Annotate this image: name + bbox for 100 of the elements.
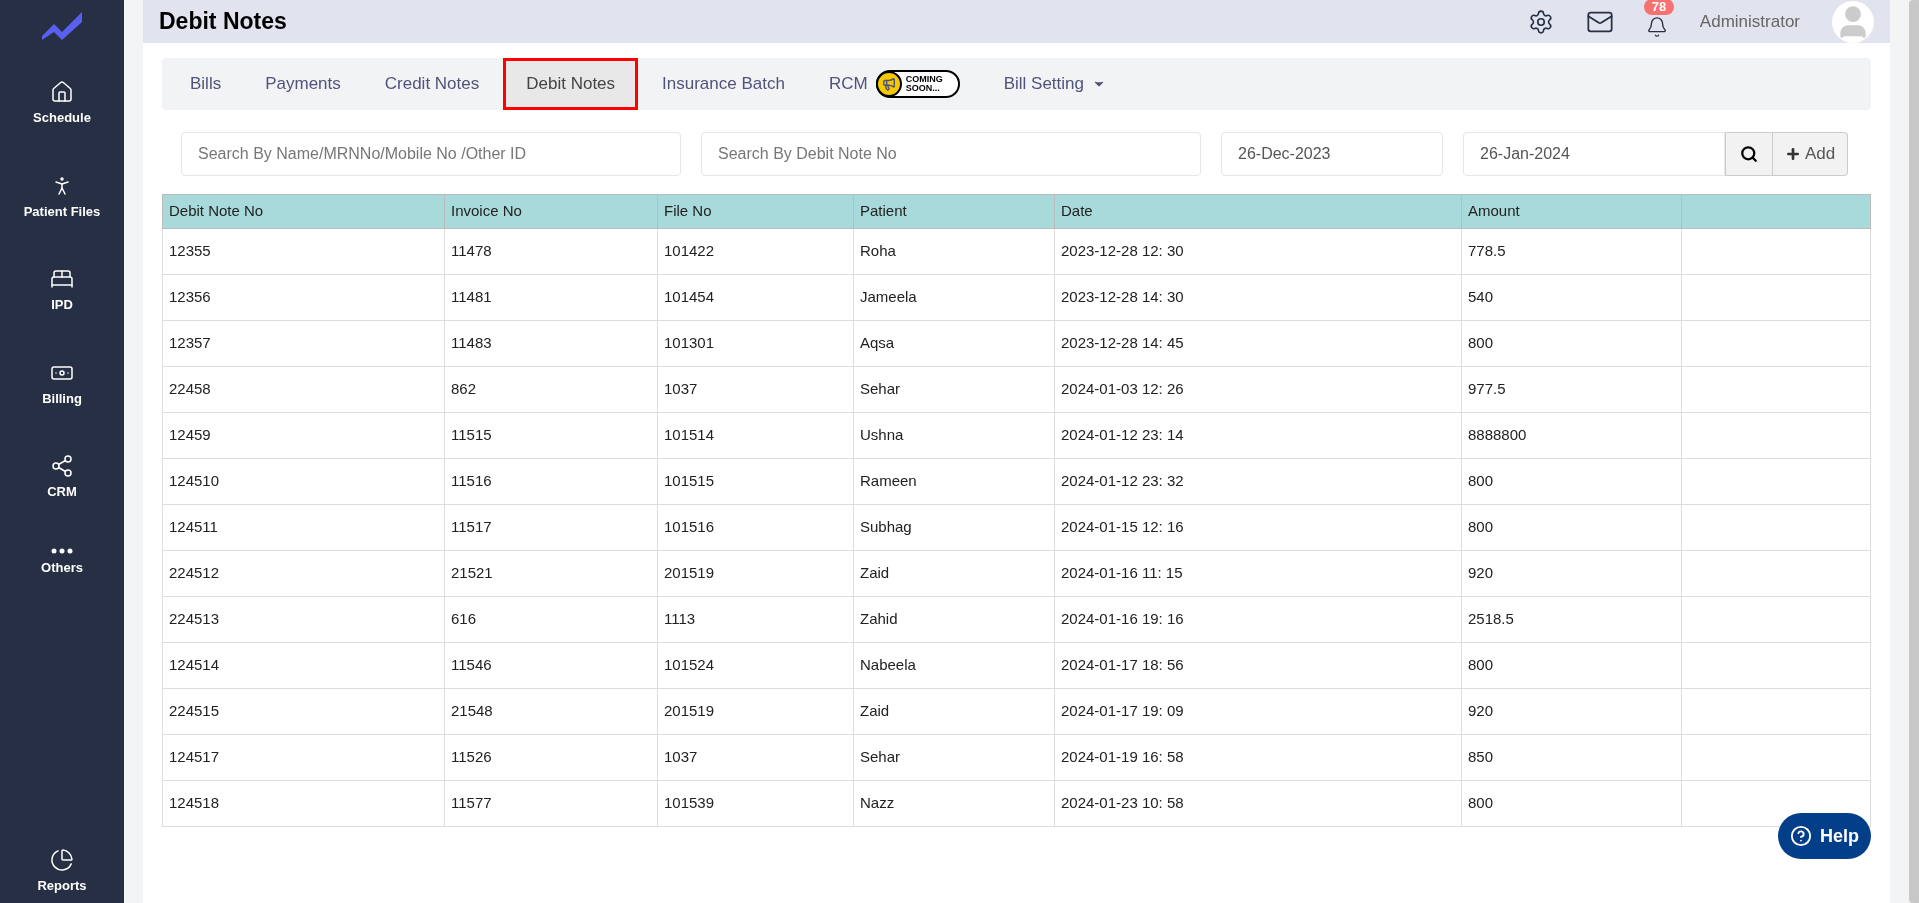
table-cell: 101515 — [657, 458, 854, 505]
tab[interactable]: Bill Setting — [983, 58, 1126, 110]
sidebar-item[interactable]: CRM — [23, 446, 101, 510]
table-cell: 201519 — [657, 550, 854, 597]
table-cell: 2023-12-28 12: 30 — [1054, 228, 1462, 275]
table-cell: 101539 — [657, 780, 854, 827]
table-cell: 11577 — [444, 780, 658, 827]
table-cell: 224513 — [162, 596, 445, 643]
help-icon — [1790, 825, 1812, 847]
table-cell: 11517 — [444, 504, 658, 551]
sidebar-item[interactable]: Patient Files — [23, 165, 101, 229]
table-cell: 21548 — [444, 688, 658, 735]
sidebar-item[interactable]: Reports — [37, 839, 87, 903]
table-cell: Jameela — [853, 274, 1055, 321]
table-cell: 800 — [1461, 504, 1682, 551]
table-cell: Aqsa — [853, 320, 1055, 367]
search-field[interactable]: Search By Name/MRNNo/Mobile No /Other ID — [181, 132, 681, 176]
bed-icon — [50, 267, 74, 291]
table-cell: 920 — [1461, 550, 1682, 597]
table-cell: 124511 — [162, 504, 445, 551]
table-cell: 11515 — [444, 412, 658, 459]
table-cell: 101422 — [657, 228, 854, 275]
tab[interactable]: RCM COMING SOON... — [808, 58, 980, 110]
notification-badge: 78 — [1643, 0, 1675, 15]
table-cell: 2024-01-12 23: 14 — [1054, 412, 1462, 459]
tab[interactable]: Debit Notes — [503, 58, 639, 110]
table-cell: 800 — [1461, 780, 1682, 827]
table-cell: 11546 — [444, 642, 658, 689]
sidebar-item[interactable]: Billing — [23, 352, 101, 416]
table-cell: 800 — [1461, 458, 1682, 505]
table-cell: Nabeela — [853, 642, 1055, 689]
table-cell: 124514 — [162, 642, 445, 689]
table-cell: Roha — [853, 228, 1055, 275]
table-cell: Sehar — [853, 366, 1055, 413]
table-cell: 124518 — [162, 780, 445, 827]
table-cell: 850 — [1461, 734, 1682, 781]
table-cell: 800 — [1461, 320, 1682, 367]
table-cell: 2023-12-28 14: 30 — [1054, 274, 1462, 321]
sidebar-item[interactable]: IPD — [23, 259, 101, 323]
nodes-icon — [50, 454, 74, 478]
table-cell: 2518.5 — [1461, 596, 1682, 643]
more-icon — [51, 547, 73, 554]
tab[interactable]: Bills — [170, 58, 242, 110]
column-header: Patient — [853, 194, 1055, 229]
megaphone-icon — [881, 77, 896, 91]
table-cell: 101454 — [657, 274, 854, 321]
table-cell: 8888800 — [1461, 412, 1682, 459]
add-button[interactable]: Add — [1773, 132, 1849, 176]
table-cell: 224512 — [162, 550, 445, 597]
table-cell: 2024-01-23 10: 58 — [1054, 780, 1462, 827]
table-cell: 22458 — [162, 366, 445, 413]
table-cell: 124517 — [162, 734, 445, 781]
table-cell: Sehar — [853, 734, 1055, 781]
table-cell: 2024-01-16 11: 15 — [1054, 550, 1462, 597]
table-cell: 540 — [1461, 274, 1682, 321]
table-cell: 1113 — [657, 596, 854, 643]
table-cell: 800 — [1461, 642, 1682, 689]
table-cell: 616 — [444, 596, 658, 643]
table-cell: 12356 — [162, 274, 445, 321]
table-cell: 11483 — [444, 320, 658, 367]
table-cell: 124510 — [162, 458, 445, 505]
table-cell: Ushna — [853, 412, 1055, 459]
table-cell: 101524 — [657, 642, 854, 689]
table-cell: Subhag — [853, 504, 1055, 551]
sidebar-item[interactable]: Schedule — [23, 72, 101, 136]
settings-icon[interactable] — [1527, 8, 1554, 35]
table-cell: 201519 — [657, 688, 854, 735]
table-cell: 920 — [1461, 688, 1682, 735]
search-field[interactable]: Search By Debit Note No — [701, 132, 1201, 176]
table-cell: Zahid — [853, 596, 1055, 643]
tab[interactable]: Payments — [245, 58, 361, 110]
user-name[interactable]: Administrator — [1699, 8, 1800, 35]
table-cell: 2024-01-17 19: 09 — [1054, 688, 1462, 735]
tab[interactable]: Insurance Batch — [642, 58, 805, 110]
column-header: Amount — [1461, 194, 1682, 229]
column-header: Debit Note No — [162, 194, 445, 229]
help-button[interactable]: Help — [1778, 813, 1871, 859]
table-cell: 977.5 — [1461, 366, 1682, 413]
search-icon — [1740, 145, 1758, 163]
bell-icon[interactable] — [1645, 16, 1668, 38]
date-field[interactable]: 26-Dec-2023 — [1221, 132, 1443, 176]
date-field[interactable]: 26-Jan-2024 — [1463, 132, 1725, 176]
table-cell: 12355 — [162, 228, 445, 275]
table-cell: 11481 — [444, 274, 658, 321]
table-cell: Rameen — [853, 458, 1055, 505]
table-cell: 2023-12-28 14: 45 — [1054, 320, 1462, 367]
page-title: Debit Notes — [159, 7, 287, 37]
table-cell: 2024-01-12 23: 32 — [1054, 458, 1462, 505]
table-cell: 862 — [444, 366, 658, 413]
table-cell: 1037 — [657, 734, 854, 781]
table-cell: 11478 — [444, 228, 658, 275]
column-header: File No — [657, 194, 854, 229]
table-cell: 2024-01-19 16: 58 — [1054, 734, 1462, 781]
column-header: Date — [1054, 194, 1462, 229]
search-button[interactable] — [1725, 132, 1773, 176]
table-cell: 101301 — [657, 320, 854, 367]
sidebar-item[interactable]: Others — [23, 539, 101, 585]
tab[interactable]: Credit Notes — [364, 58, 500, 110]
table-cell: 2024-01-15 12: 16 — [1054, 504, 1462, 551]
table-cell: 778.5 — [1461, 228, 1682, 275]
